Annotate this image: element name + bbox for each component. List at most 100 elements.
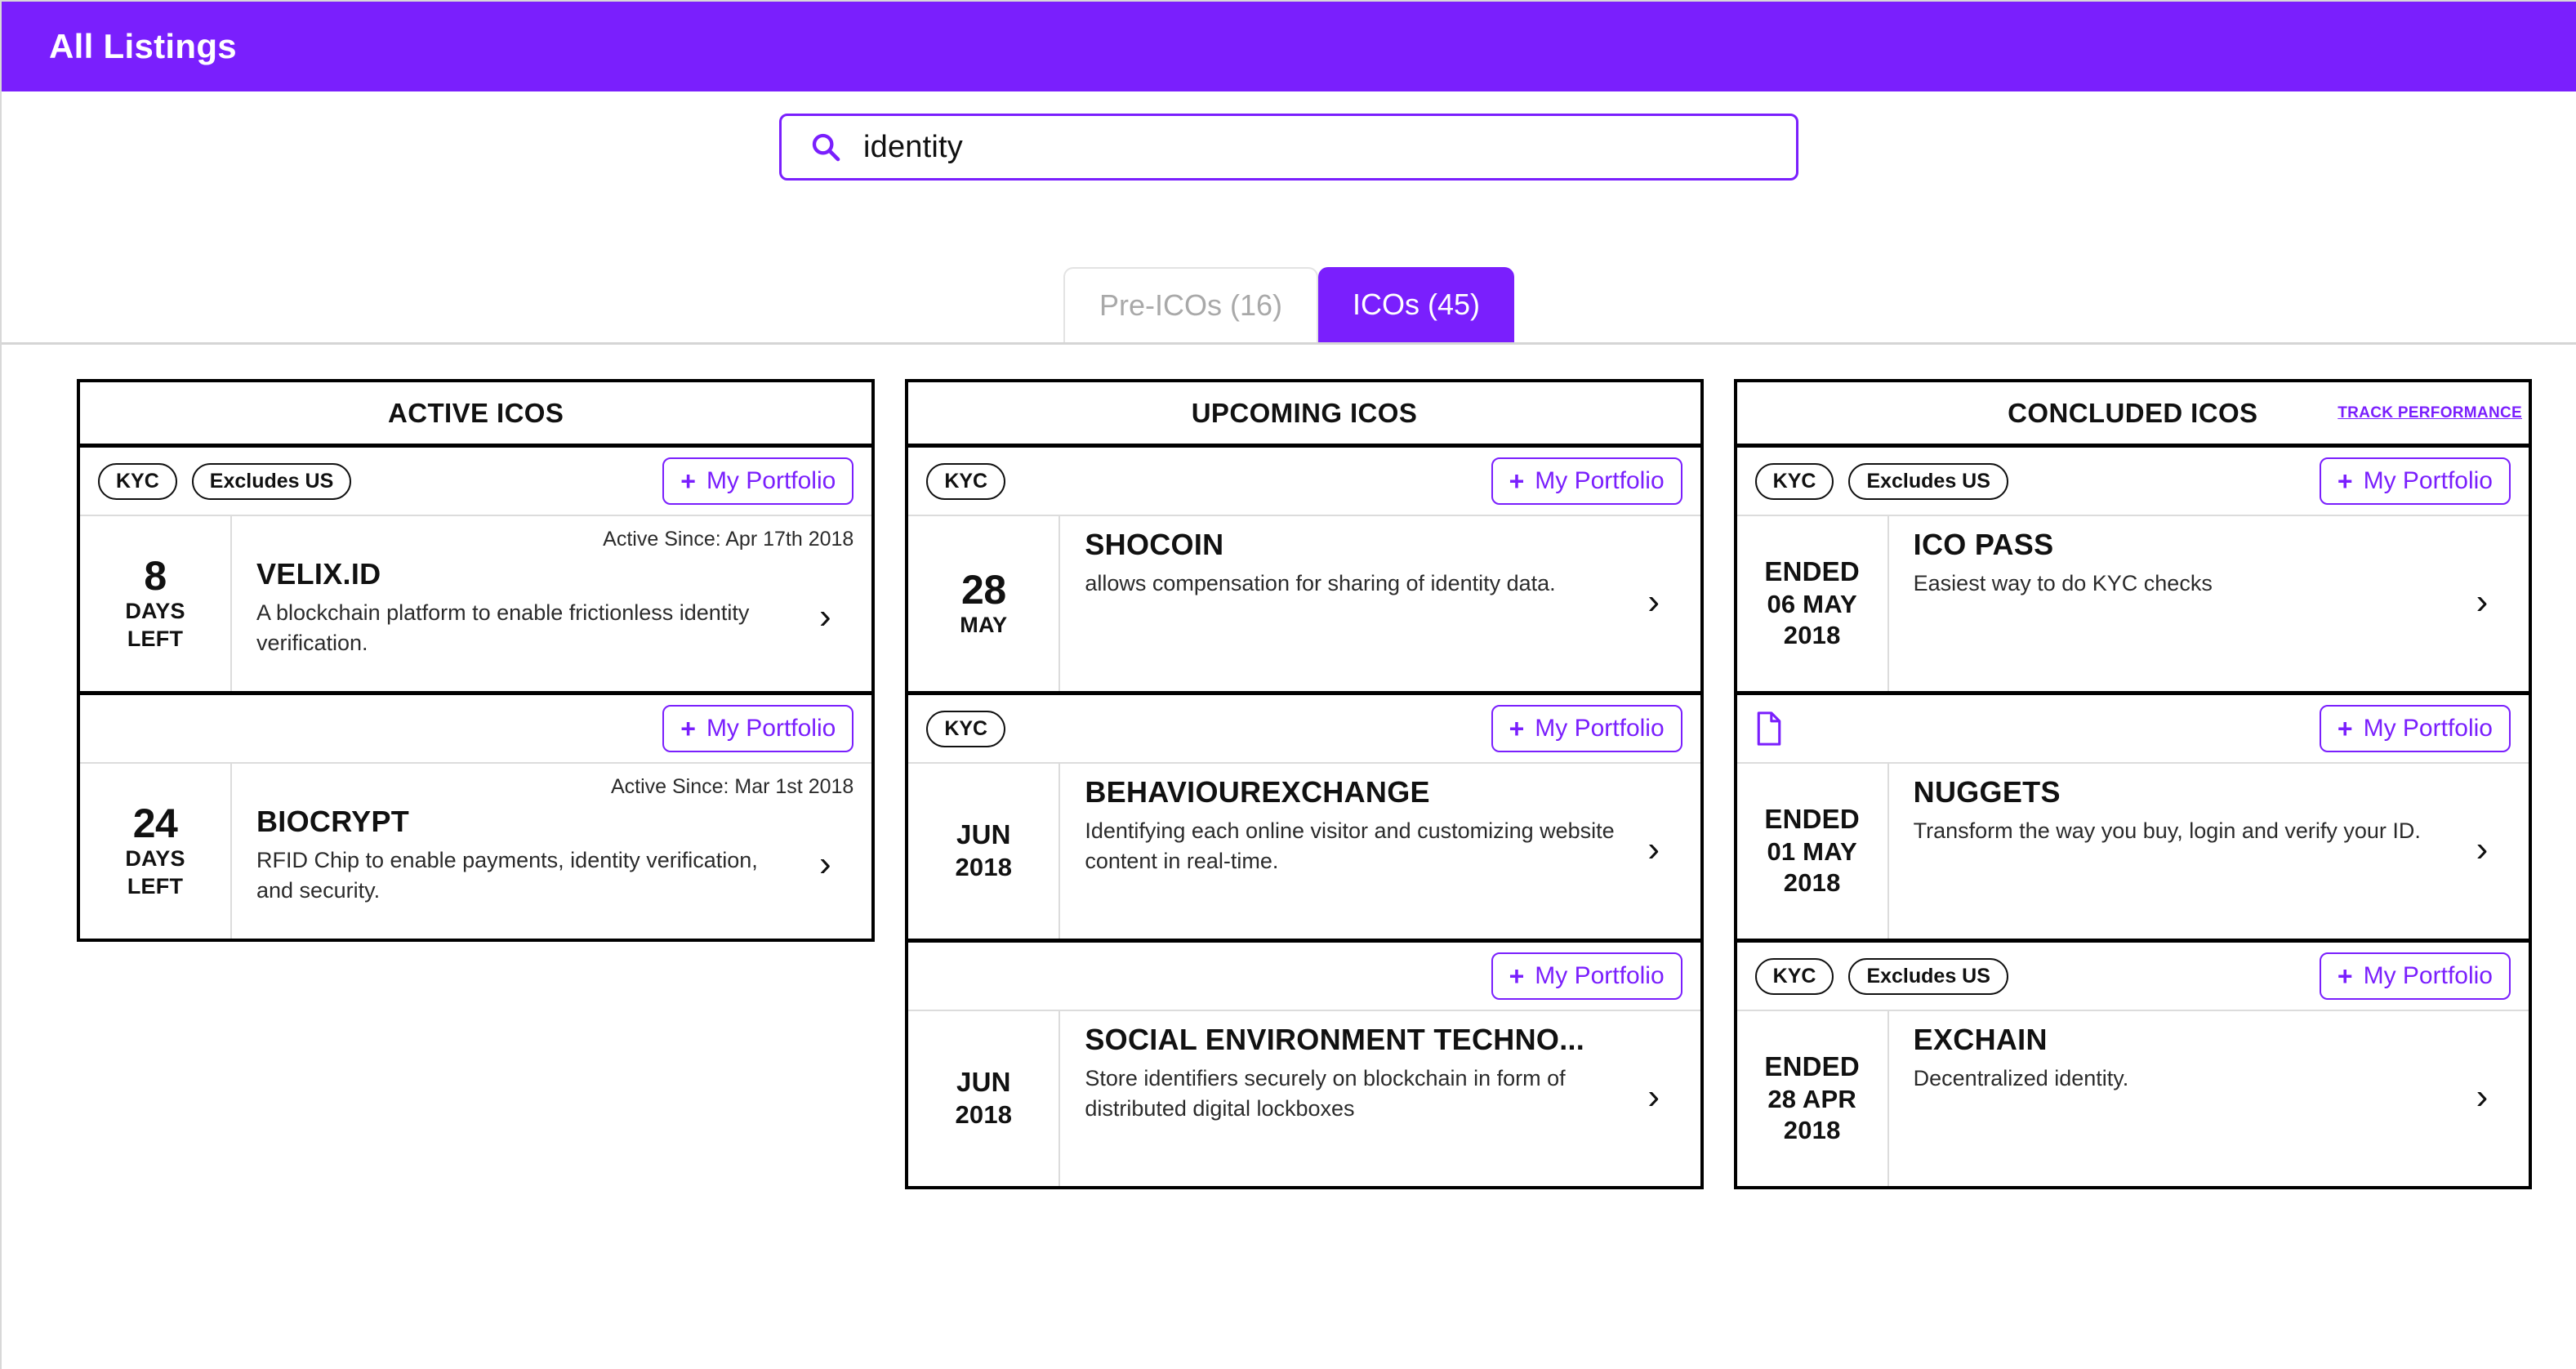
card-body: 28 MAY SHOCOIN allows compensation for shar…: [908, 516, 1700, 691]
tab-icos[interactable]: ICOs (45): [1318, 267, 1515, 342]
card-info: EXCHAIN Decentralized identity. ›: [1889, 1011, 2529, 1186]
card-info-main: VELIX.ID A blockchain platform to enable …: [256, 557, 853, 676]
tab-pre-icos-label: Pre-ICOs (16): [1099, 288, 1282, 322]
column-title: ACTIVE ICOS: [388, 397, 564, 428]
card-text: SOCIAL ENVIRONMENT TECHNO... Store identi…: [1085, 1023, 1624, 1123]
listing-name: EXCHAIN: [1913, 1023, 2048, 1056]
date-primary: ENDED: [1764, 555, 1860, 586]
date-primary: 24: [132, 800, 178, 846]
tag-kyc[interactable]: KYC: [98, 462, 177, 500]
card-text: EXCHAIN Decentralized identity.: [1914, 1023, 2453, 1094]
add-to-portfolio-button[interactable]: + My Portfolio: [662, 705, 854, 752]
listing-card[interactable]: KYC + My Portfolio JUN 2018 BEHAVIOUREXCHANGE…: [908, 695, 1700, 943]
card-date: 28 MAY: [908, 516, 1061, 691]
card-meta-row: + My Portfolio: [908, 943, 1700, 1011]
active-since-label: Active Since: Mar 1st 2018: [610, 775, 854, 798]
listing-column-concluded-icos: CONCLUDED ICOS TRACK PERFORMANCE KYC Exclud…: [1733, 379, 2532, 1189]
card-date: ENDED 01 MAY 2018: [1737, 764, 1889, 939]
card-info: SOCIAL ENVIRONMENT TECHNO... Store identi…: [1060, 1011, 1700, 1186]
listing-card[interactable]: KYC Excludes US + My Portfolio 8 DAYS LEFT Acti…: [80, 448, 872, 695]
card-body: 24 DAYS LEFT Active Since: Mar 1st 2018 BIOC…: [80, 764, 871, 939]
listing-card[interactable]: + My Portfolio ENDED 01 MAY 2018 NUGGETS Trans…: [1736, 695, 2529, 943]
card-date: JUN 2018: [908, 764, 1061, 939]
plus-icon: +: [2337, 466, 2353, 496]
card-meta-row: + My Portfolio: [1736, 695, 2529, 764]
tag-kyc[interactable]: KYC: [1754, 957, 1834, 995]
add-to-portfolio-button[interactable]: + My Portfolio: [2319, 705, 2511, 752]
card-info-main: SOCIAL ENVIRONMENT TECHNO... Store identi…: [1085, 1023, 1682, 1171]
card-body: ENDED 28 APR 2018 EXCHAIN Decentralized iden…: [1737, 1011, 2529, 1186]
plus-icon: +: [2337, 961, 2353, 991]
card-date: ENDED 28 APR 2018: [1737, 1011, 1889, 1186]
listing-name: BEHAVIOUREXCHANGE: [1085, 775, 1430, 809]
tab-pre-icos[interactable]: Pre-ICOs (16): [1063, 267, 1318, 342]
chevron-right-icon[interactable]: ›: [796, 844, 853, 885]
listing-column-active-icos: ACTIVE ICOS KYC Excludes US + My Portfolio 8 D…: [77, 379, 876, 942]
card-body: JUN 2018 BEHAVIOUREXCHANGE Identifying each…: [908, 764, 1700, 939]
chevron-right-icon[interactable]: ›: [2453, 829, 2511, 870]
app-root: All Listings identity Pre-ICOs (16) ICOs…: [0, 0, 2576, 1369]
tag-kyc[interactable]: KYC: [1754, 462, 1834, 500]
add-to-portfolio-label: My Portfolio: [1535, 467, 1665, 494]
column-header: ACTIVE ICOS: [80, 382, 872, 448]
listing-name: SHOCOIN: [1085, 528, 1224, 561]
track-performance-link[interactable]: TRACK PERFORMANCE: [2338, 404, 2522, 422]
date-tertiary: LEFT: [127, 874, 184, 899]
date-secondary: 06 MAY: [1767, 589, 1857, 618]
chevron-right-icon[interactable]: ›: [1625, 1077, 1682, 1117]
listing-name: BIOCRYPT: [256, 805, 410, 838]
add-to-portfolio-button[interactable]: + My Portfolio: [2319, 952, 2511, 1000]
card-text: NUGGETS Transform the way you buy, login …: [1914, 775, 2453, 846]
active-since-label: Active Since: Apr 17th 2018: [603, 528, 854, 551]
date-primary: ENDED: [1764, 1050, 1860, 1081]
chevron-right-icon[interactable]: ›: [2453, 1077, 2511, 1117]
date-secondary: 28 APR: [1767, 1084, 1856, 1113]
add-to-portfolio-button[interactable]: + My Portfolio: [1491, 457, 1682, 505]
document-icon[interactable]: [1755, 711, 1783, 747]
date-tertiary: 2018: [1783, 621, 1841, 650]
date-tertiary: 2018: [1783, 1116, 1841, 1145]
card-info-main: EXCHAIN Decentralized identity. ›: [1914, 1023, 2511, 1171]
add-to-portfolio-button[interactable]: + My Portfolio: [1491, 705, 1682, 752]
listing-description: Easiest way to do KYC checks: [1913, 571, 2213, 595]
tag-excludes-us[interactable]: Excludes US: [191, 462, 352, 500]
chevron-right-icon[interactable]: ›: [2453, 582, 2511, 622]
card-body: ENDED 06 MAY 2018 ICO PASS Easiest way to do…: [1737, 516, 2529, 691]
card-info: Active Since: Mar 1st 2018 BIOCRYPT RFID C…: [232, 764, 871, 939]
plus-icon: +: [680, 714, 696, 743]
listing-card[interactable]: + My Portfolio JUN 2018 SOCIAL ENVIRONMENT T…: [908, 943, 1700, 1186]
card-info-main: NUGGETS Transform the way you buy, login …: [1914, 775, 2511, 924]
card-body: ENDED 01 MAY 2018 NUGGETS Transform the way …: [1737, 764, 2529, 939]
add-to-portfolio-button[interactable]: + My Portfolio: [2319, 457, 2511, 505]
listing-card[interactable]: KYC Excludes US + My Portfolio ENDED 06 MAY 20…: [1736, 448, 2529, 695]
card-date: 8 DAYS LEFT: [80, 516, 232, 691]
add-to-portfolio-button[interactable]: + My Portfolio: [1491, 952, 1682, 1000]
chevron-right-icon[interactable]: ›: [1625, 582, 1682, 622]
tabs-section: Pre-ICOs (16) ICOs (45): [2, 203, 2576, 345]
tag-excludes-us[interactable]: Excludes US: [1848, 957, 2008, 995]
date-secondary: DAYS: [125, 599, 185, 624]
card-text: BIOCRYPT RFID Chip to enable payments, id…: [256, 805, 796, 905]
plus-icon: +: [1509, 714, 1525, 743]
search-input[interactable]: identity: [779, 114, 1798, 181]
card-body: JUN 2018 SOCIAL ENVIRONMENT TECHNO... Store…: [908, 1011, 1700, 1186]
chevron-right-icon[interactable]: ›: [1625, 829, 1682, 870]
chevron-right-icon[interactable]: ›: [796, 596, 853, 637]
listing-name: SOCIAL ENVIRONMENT TECHNO...: [1085, 1023, 1585, 1056]
card-text: SHOCOIN allows compensation for sharing o…: [1085, 528, 1624, 599]
tag-kyc[interactable]: KYC: [926, 462, 1006, 500]
column-header: CONCLUDED ICOS TRACK PERFORMANCE: [1736, 382, 2529, 448]
date-tertiary: 2018: [1783, 868, 1841, 898]
listing-name: VELIX.ID: [256, 557, 381, 591]
listing-card[interactable]: KYC Excludes US + My Portfolio ENDED 28 APR 20…: [1736, 943, 2529, 1186]
plus-icon: +: [680, 466, 696, 496]
listing-card[interactable]: KYC + My Portfolio 28 MAY SHOCOIN allows compe…: [908, 448, 1700, 695]
tag-excludes-us[interactable]: Excludes US: [1848, 462, 2008, 500]
card-meta-row: KYC Excludes US + My Portfolio: [1736, 448, 2529, 516]
listing-card[interactable]: + My Portfolio 24 DAYS LEFT Active Since: Mar…: [80, 695, 872, 939]
tag-kyc[interactable]: KYC: [926, 710, 1006, 747]
card-info: Active Since: Apr 17th 2018 VELIX.ID A blo…: [232, 516, 871, 691]
date-primary: JUN: [956, 1067, 1011, 1098]
add-to-portfolio-button[interactable]: + My Portfolio: [662, 457, 854, 505]
card-meta-row: KYC Excludes US + My Portfolio: [1736, 943, 2529, 1011]
